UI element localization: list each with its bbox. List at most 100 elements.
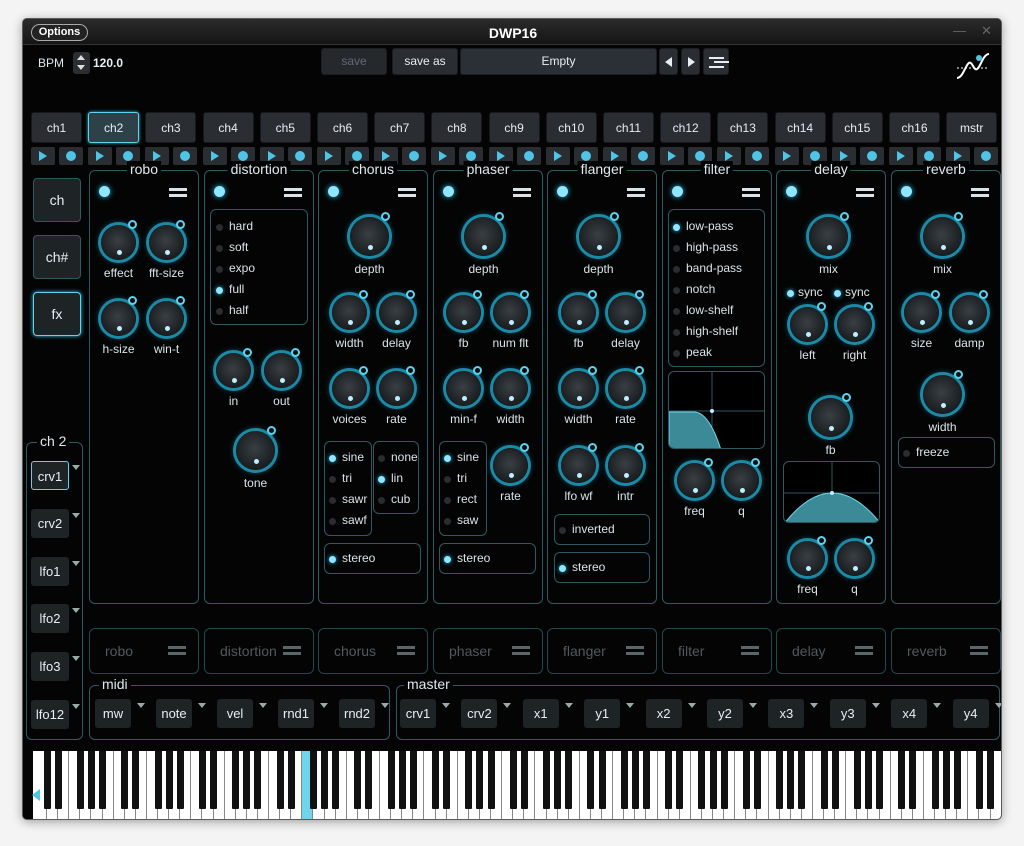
knob-mod-ring[interactable] <box>128 296 137 305</box>
black-key[interactable] <box>432 751 439 809</box>
filter-response-graph[interactable] <box>668 371 765 449</box>
tab-ch4[interactable]: ch4 <box>202 112 254 143</box>
dropdown-arrow-icon[interactable] <box>381 703 389 708</box>
knob-rate[interactable] <box>608 366 644 406</box>
radio-wave-sawr[interactable] <box>329 497 336 504</box>
knob-damp[interactable] <box>952 290 988 330</box>
black-key[interactable] <box>365 751 373 809</box>
knob-right[interactable] <box>837 302 873 342</box>
black-key[interactable] <box>931 751 939 809</box>
save-button[interactable]: save <box>321 48 387 75</box>
stepper-up-icon[interactable] <box>77 55 85 60</box>
black-key[interactable] <box>210 751 217 809</box>
knob-fb[interactable] <box>811 393 851 437</box>
knob-voices[interactable] <box>332 366 368 406</box>
knob-min-f[interactable] <box>446 366 482 406</box>
dropdown-arrow-icon[interactable] <box>564 703 573 708</box>
knob-mod-ring[interactable] <box>291 348 300 357</box>
slot-flanger[interactable]: flanger <box>547 628 657 674</box>
black-key[interactable] <box>276 751 284 809</box>
power-led-reverb[interactable] <box>901 186 912 197</box>
dropdown-arrow-icon[interactable] <box>749 703 757 708</box>
black-key[interactable] <box>876 751 883 809</box>
black-key[interactable] <box>742 751 750 809</box>
midi-source-mw[interactable]: mw <box>95 699 131 728</box>
radio-wave-sine[interactable] <box>444 455 451 462</box>
prev-preset-button[interactable] <box>659 48 678 75</box>
master-source-x1[interactable]: x1 <box>522 699 559 728</box>
black-key[interactable] <box>321 751 328 809</box>
side-nav-ch-num[interactable]: ch# <box>33 235 81 279</box>
slot-menu-icon[interactable] <box>855 646 873 655</box>
black-key[interactable] <box>620 751 628 809</box>
radio-soft[interactable] <box>216 245 223 252</box>
slot-menu-icon[interactable] <box>168 646 186 655</box>
piano-keyboard[interactable]: C1C2C3C4C5C6C7C8C9 <box>32 751 1001 819</box>
knob-mod-ring[interactable] <box>520 366 529 375</box>
knob-fb[interactable] <box>446 290 482 330</box>
knob-mod-ring[interactable] <box>176 296 185 305</box>
black-key[interactable] <box>198 751 206 809</box>
power-led-phaser[interactable] <box>443 186 454 197</box>
dropdown-arrow-icon[interactable] <box>72 465 80 470</box>
radio-wave-tri[interactable] <box>329 476 336 483</box>
knob-mod-ring[interactable] <box>176 220 185 229</box>
black-key[interactable] <box>387 751 395 809</box>
black-key[interactable] <box>354 751 362 809</box>
black-key[interactable] <box>87 751 95 809</box>
black-key[interactable] <box>232 751 240 809</box>
dropdown-arrow-icon[interactable] <box>994 703 1001 708</box>
black-key[interactable] <box>243 751 251 809</box>
black-key[interactable] <box>554 751 562 809</box>
tab-ch11[interactable]: ch11 <box>603 112 654 143</box>
black-key[interactable] <box>76 751 84 809</box>
knob-mod-ring[interactable] <box>817 536 826 545</box>
dropdown-arrow-icon[interactable] <box>503 703 512 708</box>
radio-band-pass[interactable] <box>673 266 680 273</box>
close-icon[interactable]: ✕ <box>981 23 992 39</box>
dropdown-arrow-icon[interactable] <box>72 704 80 709</box>
radio-peak[interactable] <box>673 350 680 357</box>
knob-mod-ring[interactable] <box>588 443 597 452</box>
source-lfo3[interactable]: lfo3 <box>31 652 69 682</box>
dropdown-arrow-icon[interactable] <box>933 703 942 708</box>
radio-interp-cub[interactable] <box>378 497 385 504</box>
power-led-robo[interactable] <box>99 186 110 197</box>
tab-ch7[interactable]: ch7 <box>374 112 426 143</box>
record-button-ch1[interactable] <box>59 147 83 165</box>
sync-right-led[interactable] <box>834 290 841 297</box>
black-key[interactable] <box>953 751 961 809</box>
dropdown-arrow-icon[interactable] <box>259 703 267 708</box>
radio-wave-saw[interactable] <box>444 518 451 525</box>
radio-wave-sine[interactable] <box>329 455 336 462</box>
knob-mod-ring[interactable] <box>406 366 415 375</box>
knob-depth[interactable] <box>350 212 390 256</box>
master-source-y2[interactable]: y2 <box>707 699 743 728</box>
knob-freq[interactable] <box>677 458 713 498</box>
tab-ch10[interactable]: ch10 <box>545 112 597 143</box>
black-key[interactable] <box>665 751 673 809</box>
knob-win-t[interactable] <box>149 296 185 336</box>
dropdown-arrow-icon[interactable] <box>810 703 819 708</box>
side-nav-fx[interactable]: fx <box>33 292 81 336</box>
black-key[interactable] <box>720 751 728 809</box>
knob-mod-ring[interactable] <box>931 290 940 299</box>
knob-mod-ring[interactable] <box>473 366 482 375</box>
tab-ch13[interactable]: ch13 <box>717 112 769 143</box>
play-button-ch2[interactable] <box>88 147 113 165</box>
knob-mix[interactable] <box>923 212 963 256</box>
knob-tone[interactable] <box>236 426 276 470</box>
black-key[interactable] <box>864 751 872 809</box>
black-key[interactable] <box>398 751 406 809</box>
knob-mix[interactable] <box>809 212 849 256</box>
knob-out[interactable] <box>264 348 300 388</box>
radio-notch[interactable] <box>673 287 680 294</box>
master-source-x3[interactable]: x3 <box>768 699 805 728</box>
midi-source-rnd2[interactable]: rnd2 <box>339 699 375 728</box>
panel-menu-icon[interactable] <box>169 188 187 197</box>
record-button-ch5[interactable] <box>287 147 312 165</box>
tab-ch14[interactable]: ch14 <box>774 112 826 143</box>
knob-mod-ring[interactable] <box>588 290 597 299</box>
record-button-ch11[interactable] <box>631 147 655 165</box>
knob-mod-ring[interactable] <box>635 443 644 452</box>
